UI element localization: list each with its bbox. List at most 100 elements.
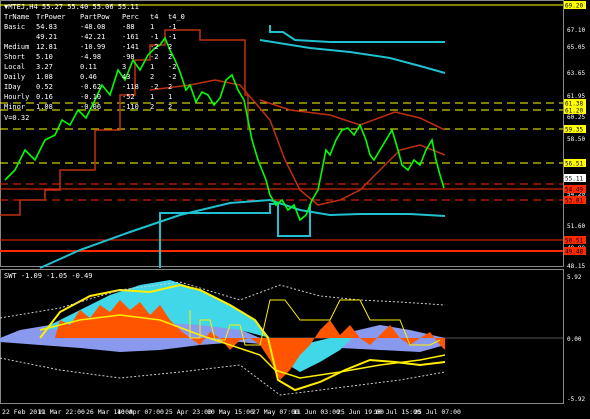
table-cell: -0.06: [80, 103, 101, 111]
price-axis: 67.1065.0563.6561.9560.2558.5056.5554.20…: [567, 27, 585, 270]
price-tick-label: 61.95: [567, 93, 585, 100]
price-badge-label: 53.01: [565, 198, 583, 205]
time-tick-label: 10 Apr 07:00: [117, 408, 164, 416]
table-cell: Minor: [4, 103, 25, 111]
price-tick-label: 58.50: [567, 136, 585, 143]
price-badge: 49.48: [564, 247, 586, 256]
table-cell: -42.21: [80, 33, 105, 41]
table-cell: 0.46: [80, 73, 97, 81]
time-tick-label: 25 Jul 07:00: [414, 408, 461, 416]
indicator-plot: [0, 280, 563, 396]
table-cell: IDay: [4, 83, 21, 91]
table-header-cell: Perc: [122, 13, 139, 21]
price-tick-label: 51.60: [567, 223, 585, 230]
table-cell: -141: [122, 43, 139, 51]
table-cell: 1: [168, 93, 172, 101]
price-badge-label: 61.20: [565, 108, 583, 115]
indicator-tick-label: 5.92: [567, 274, 582, 281]
table-cell: -48.08: [80, 23, 105, 31]
table-cell: -1: [168, 23, 176, 31]
price-badge: 69.20: [564, 1, 586, 10]
indicator-tick-label: 0.00: [567, 336, 582, 343]
table-cell: -118: [122, 83, 139, 91]
price-badge: 61.20: [564, 106, 586, 115]
price-badge-label: 69.20: [565, 3, 583, 10]
price-badge-label: 50.51: [565, 238, 583, 245]
price-tick-label: 65.05: [567, 44, 585, 51]
table-cell: 0.52: [36, 83, 53, 91]
table-cell: 2: [150, 73, 154, 81]
table-cell: -4.98: [80, 53, 101, 61]
table-cell: Hourly: [4, 93, 29, 101]
table-header-cell: TrName: [4, 13, 29, 21]
table-cell: Medium: [4, 43, 29, 51]
table-cell: -2: [168, 63, 176, 71]
table-header-cell: TrPower: [36, 13, 66, 21]
time-tick-label: 11 Mar 22:00: [38, 408, 85, 416]
table-cell: -1: [150, 33, 158, 41]
table-cell: 43: [122, 73, 130, 81]
price-badge: 53.01: [564, 196, 586, 205]
time-axis: 22 Feb 201911 Mar 22:00 26 Mar 14:0010 Ap…: [2, 408, 461, 416]
trading-chart[interactable]: ▼MTEJ,H4 55.27 55.40 55.06 55.11 TrName T…: [0, 0, 590, 419]
cyan-trend-lines: [39, 25, 446, 269]
price-badge-label: 56.51: [565, 161, 583, 168]
price-badge: 55.11: [564, 174, 586, 183]
table-cell: 3.27: [36, 63, 53, 71]
table-cell: -1: [168, 33, 176, 41]
table-cell: -2: [150, 83, 158, 91]
price-badge-label: 54.49: [565, 187, 583, 194]
table-cell: 2: [168, 103, 172, 111]
table-header-cell: PartPow: [80, 13, 110, 21]
indicator-axis: 5.92 0.00 -5.92: [567, 274, 585, 403]
time-tick-label: 11 Jun 03:00: [293, 408, 340, 416]
indicator-header: SWT -1.09 -1.05 -0.49: [4, 272, 93, 280]
table-cell: 5.10: [36, 53, 53, 61]
table-cell: -0.62: [80, 83, 101, 91]
price-badge: 56.51: [564, 159, 586, 168]
table-cell: 12.81: [36, 43, 57, 51]
time-tick-label: 10 May 15:00: [207, 408, 254, 416]
table-cell: 1.08: [36, 103, 53, 111]
price-badge: 54.49: [564, 185, 586, 194]
table-cell: Local: [4, 63, 25, 71]
price-tick-label: 67.10: [567, 27, 585, 34]
price-tick-label: 63.65: [567, 70, 585, 77]
table-cell: Daily: [4, 73, 25, 81]
table-cell: 0.11: [80, 63, 97, 71]
table-cell: -2: [150, 43, 158, 51]
time-tick-label: 27 May 07:00: [252, 408, 299, 416]
table-cell: 2: [168, 53, 172, 61]
price-badge-label: 49.48: [565, 249, 583, 256]
table-header-cell: t4: [150, 13, 158, 21]
table-cell: -10.99: [80, 43, 105, 51]
table-cell: -0.10: [80, 93, 101, 101]
table-cell: 1: [150, 93, 154, 101]
time-tick-label: 25 Apr 23:00: [165, 408, 212, 416]
indicator-tick-label: -5.92: [567, 396, 585, 403]
table-cell: Basic: [4, 23, 25, 31]
table-cell: 2: [168, 83, 172, 91]
table-cell: -2: [168, 73, 176, 81]
table-cell: 54.83: [36, 23, 57, 31]
price-badges: 69.2061.3861.2059.3556.5155.1154.4953.01…: [564, 1, 586, 256]
price-badge-label: 59.35: [565, 127, 583, 134]
info-table: TrName TrPower PartPow Perc t4 t4_0 Basic 54.83…: [4, 13, 185, 111]
table-cell: 1: [150, 63, 154, 71]
table-cell: -52: [122, 93, 135, 101]
v-label: V=0.32: [4, 114, 29, 122]
table-cell: 0.16: [36, 93, 53, 101]
table-cell: -2: [150, 53, 158, 61]
table-cell: -110: [122, 103, 139, 111]
price-badge: 59.35: [564, 125, 586, 134]
table-cell: Short: [4, 53, 25, 61]
table-cell: 1.08: [36, 73, 53, 81]
symbol-header: ▼MTEJ,H4 55.27 55.40 55.06 55.11: [4, 3, 139, 11]
price-tick-label: 48.15: [567, 263, 585, 270]
price-badge: 50.51: [564, 236, 586, 245]
table-cell: 49.21: [36, 33, 57, 41]
table-cell: 3: [122, 63, 126, 71]
red-levels: [0, 183, 563, 252]
table-header-cell: t4_0: [168, 13, 185, 21]
table-cell: 2: [168, 43, 172, 51]
